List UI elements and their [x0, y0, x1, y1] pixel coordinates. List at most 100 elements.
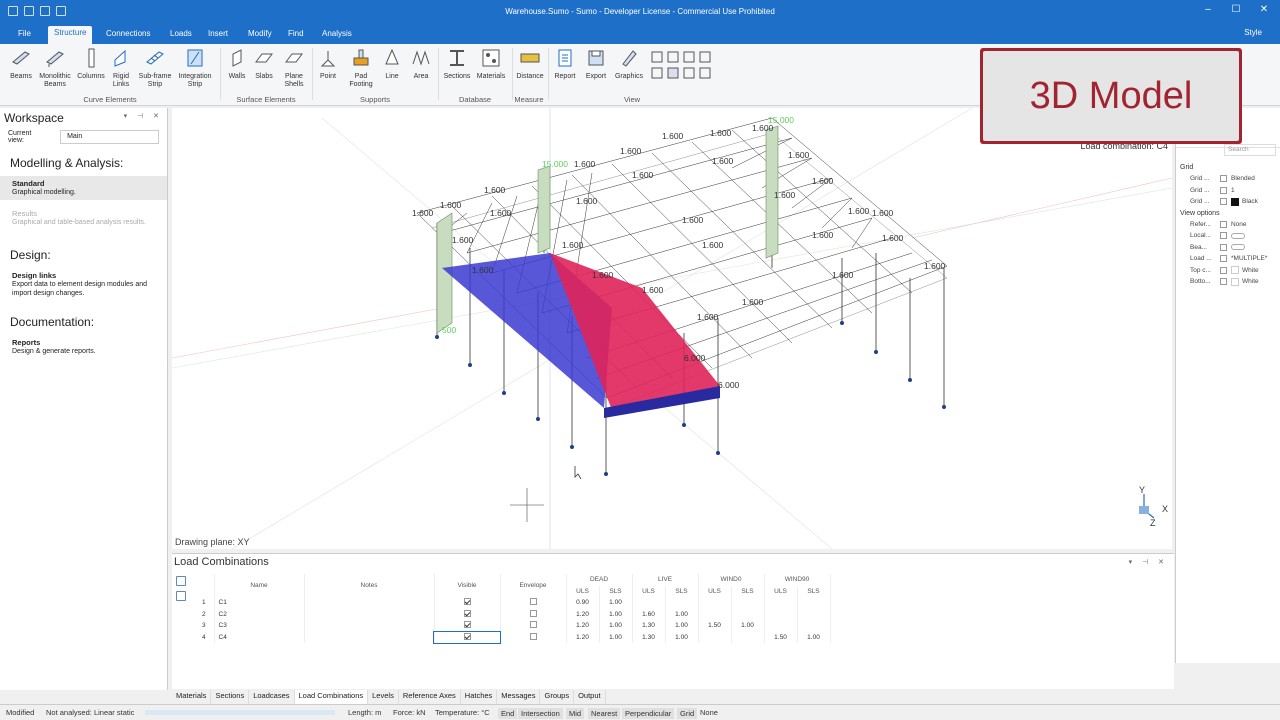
- factor-cell[interactable]: 1.00: [797, 631, 831, 643]
- combination-notes[interactable]: [304, 608, 435, 620]
- factor-cell[interactable]: [698, 631, 732, 643]
- factor-cell[interactable]: 0.90: [566, 597, 600, 609]
- sub-frame-strip-button[interactable]: Sub-frame Strip: [136, 48, 174, 89]
- factor-cell[interactable]: [731, 597, 765, 609]
- maximize-icon[interactable]: ☐: [1226, 4, 1246, 15]
- table-row[interactable]: 1 C1 0.90 1.00: [194, 597, 831, 609]
- factor-cell[interactable]: 1.00: [665, 620, 699, 632]
- workspace-item-design-links[interactable]: Design links Export data to element desi…: [0, 268, 167, 301]
- factor-cell[interactable]: 1.50: [764, 631, 798, 643]
- area-support-button[interactable]: Area: [408, 48, 434, 81]
- tab-modify[interactable]: Modify: [242, 28, 278, 44]
- row-index[interactable]: 2: [194, 608, 215, 620]
- bottom-tab[interactable]: Loadcases: [249, 690, 295, 704]
- factor-cell[interactable]: [764, 597, 798, 609]
- visible-checkbox[interactable]: [463, 632, 471, 640]
- rigid-links-button[interactable]: Rigid Links: [108, 48, 134, 89]
- style-menu[interactable]: Style: [1244, 28, 1262, 37]
- combination-notes[interactable]: [304, 631, 435, 643]
- panel-controls-icon[interactable]: ▾ ⊣ ✕: [1129, 558, 1168, 566]
- snap-perpendicular[interactable]: Perpendicular: [622, 708, 675, 719]
- factor-cell[interactable]: 1.00: [665, 631, 699, 643]
- tab-connections[interactable]: Connections: [100, 28, 156, 44]
- minimize-icon[interactable]: –: [1198, 4, 1218, 15]
- bottom-tab[interactable]: Output: [574, 690, 606, 704]
- export-button[interactable]: Export: [582, 48, 610, 81]
- tab-insert[interactable]: Insert: [202, 28, 234, 44]
- factor-cell[interactable]: 1.20: [566, 620, 600, 632]
- factor-cell[interactable]: [632, 597, 666, 609]
- add-combination-icon[interactable]: [176, 576, 186, 586]
- factor-cell[interactable]: 1.30: [632, 620, 666, 632]
- graphics-button[interactable]: Graphics: [612, 48, 646, 81]
- snap-grid[interactable]: Grid: [677, 708, 698, 719]
- bottom-tab[interactable]: Load Combinations: [294, 690, 369, 704]
- columns-button[interactable]: Columns: [76, 48, 106, 81]
- property-row[interactable]: Refer... None: [1176, 219, 1280, 231]
- plane-shells-button[interactable]: Plane Shells: [280, 48, 308, 89]
- grid-category[interactable]: Grid: [1176, 162, 1280, 173]
- factor-cell[interactable]: [797, 620, 831, 632]
- factor-cell[interactable]: [731, 631, 765, 643]
- report-button[interactable]: Report: [552, 48, 578, 81]
- panel-pin-icon[interactable]: ▾ ⊣ ✕: [124, 112, 163, 120]
- factor-cell[interactable]: 1.20: [566, 631, 600, 643]
- bottom-tab[interactable]: Hatches: [461, 690, 498, 704]
- tab-file[interactable]: File: [12, 28, 37, 44]
- bottom-tab[interactable]: Levels: [368, 690, 399, 704]
- snap-mid[interactable]: Mid: [566, 708, 585, 719]
- combination-notes[interactable]: [304, 620, 435, 632]
- visible-cell[interactable]: [433, 630, 501, 644]
- toggle-switch[interactable]: [1231, 244, 1245, 251]
- property-row[interactable]: Top c... White: [1176, 265, 1280, 277]
- slabs-button[interactable]: Slabs: [252, 48, 276, 81]
- factor-cell[interactable]: [797, 597, 831, 609]
- visible-cell[interactable]: [434, 608, 501, 620]
- envelope-cell[interactable]: [500, 608, 567, 620]
- sections-button[interactable]: Sections: [442, 48, 472, 81]
- visible-cell[interactable]: [434, 597, 501, 609]
- factor-cell[interactable]: [698, 597, 732, 609]
- visible-cell[interactable]: [434, 620, 501, 632]
- tab-structure[interactable]: Structure: [48, 26, 93, 44]
- property-row[interactable]: Grid ... Black: [1176, 196, 1280, 208]
- snap-intersection[interactable]: Intersection: [518, 708, 563, 719]
- properties-search[interactable]: Search: [1224, 144, 1276, 156]
- toggle-switch[interactable]: [1231, 232, 1245, 239]
- line-support-button[interactable]: Line: [380, 48, 404, 81]
- bottom-tab[interactable]: Messages: [497, 690, 541, 704]
- factor-cell[interactable]: 1.50: [698, 620, 732, 632]
- table-row[interactable]: 4 C4 1.20 1.00 1.30 1.00 1.50 1.00: [194, 630, 831, 644]
- pad-footing-button[interactable]: Pad Footing: [344, 48, 378, 89]
- combination-notes[interactable]: [304, 597, 435, 609]
- row-index[interactable]: 4: [194, 631, 215, 643]
- factor-cell[interactable]: 1.20: [566, 608, 600, 620]
- view-presets-icon[interactable]: [650, 50, 714, 80]
- factor-cell[interactable]: [764, 608, 798, 620]
- table-row[interactable]: 2 C2 1.20 1.00 1.60 1.00: [194, 608, 831, 620]
- snap-end[interactable]: End: [498, 708, 518, 719]
- workspace-item-results[interactable]: Results Graphical and table-based analys…: [0, 206, 167, 230]
- factor-cell[interactable]: 1.00: [731, 620, 765, 632]
- factor-cell[interactable]: [698, 608, 732, 620]
- factor-cell[interactable]: 1.30: [632, 631, 666, 643]
- combination-name[interactable]: C1: [214, 597, 305, 609]
- property-row[interactable]: Local...: [1176, 230, 1280, 242]
- visible-checkbox[interactable]: [463, 598, 471, 606]
- property-row[interactable]: Bea...: [1176, 242, 1280, 254]
- snap-none[interactable]: None: [700, 708, 718, 717]
- row-index[interactable]: 1: [194, 597, 215, 609]
- factor-cell[interactable]: [764, 620, 798, 632]
- property-row[interactable]: Grid ... Blended: [1176, 173, 1280, 185]
- tab-find[interactable]: Find: [282, 28, 310, 44]
- envelope-checkbox[interactable]: [529, 621, 537, 629]
- envelope-cell[interactable]: [500, 631, 567, 643]
- envelope-checkbox[interactable]: [529, 609, 537, 617]
- property-row[interactable]: Grid ... 1: [1176, 185, 1280, 197]
- beams-button[interactable]: Beams: [8, 48, 34, 81]
- tab-loads[interactable]: Loads: [164, 28, 198, 44]
- current-view-select[interactable]: Main: [60, 130, 159, 144]
- bottom-tab[interactable]: Sections: [211, 690, 250, 704]
- factor-cell[interactable]: 1.00: [599, 620, 633, 632]
- factor-cell[interactable]: 1.00: [599, 608, 633, 620]
